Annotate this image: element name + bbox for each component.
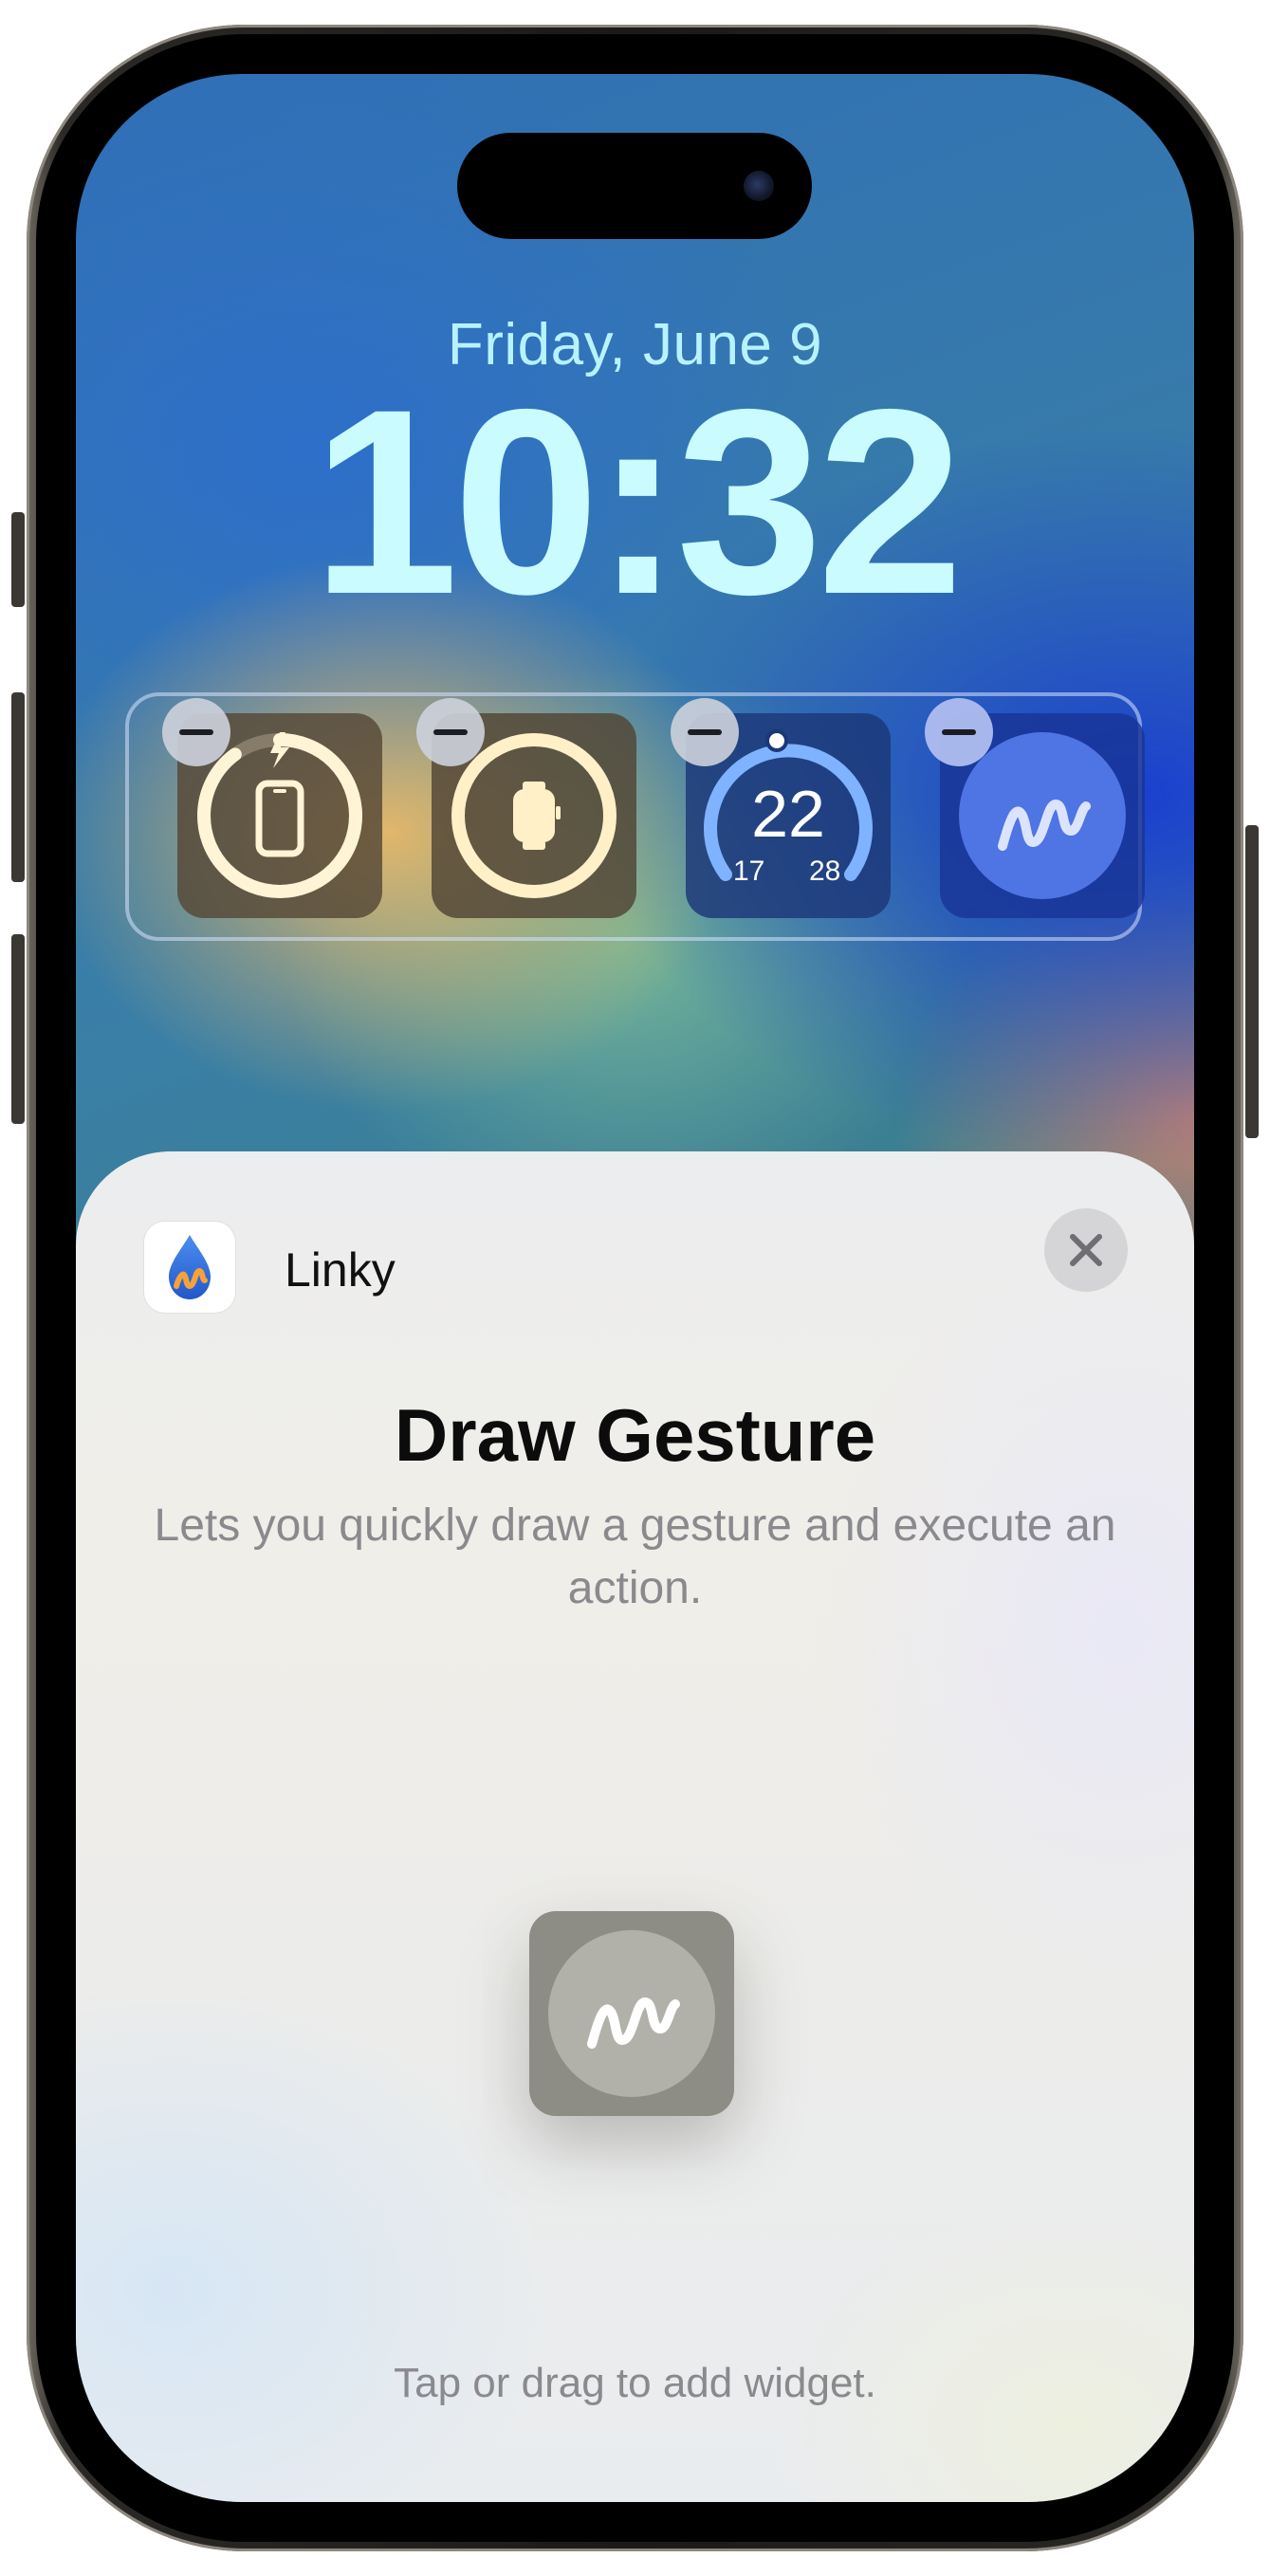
phone-frame: Friday, June 9 10:32 22 17 28 Linky Draw… [27, 25, 1243, 2551]
remove-widget-button[interactable] [416, 698, 485, 766]
action-button[interactable] [11, 512, 25, 607]
remove-widget-button[interactable] [925, 698, 993, 766]
high-temperature: 28 [809, 856, 841, 887]
widget-title: Draw Gesture [394, 1393, 876, 1477]
gesture-squiggle-icon [548, 1930, 715, 2097]
current-temperature: 22 [751, 777, 825, 851]
dynamic-island [457, 133, 812, 239]
widget-preview[interactable] [529, 1911, 734, 2116]
volume-down-button[interactable] [11, 934, 25, 1124]
lock-screen-time: 10:32 [311, 354, 964, 649]
close-button[interactable] [1044, 1208, 1128, 1292]
front-camera [744, 171, 774, 201]
linky-drop-icon [144, 1222, 235, 1313]
close-icon [1070, 1234, 1102, 1266]
power-button[interactable] [1245, 825, 1259, 1138]
widget-description: Lets you quickly draw a gesture and exec… [154, 1500, 1116, 1613]
volume-up-button[interactable] [11, 692, 25, 882]
app-name: Linky [285, 1243, 396, 1297]
remove-widget-button[interactable] [162, 698, 230, 766]
add-widget-hint: Tap or drag to add widget. [394, 2360, 876, 2406]
low-temperature: 17 [733, 856, 765, 887]
remove-widget-button[interactable] [671, 698, 739, 766]
screen: Friday, June 9 10:32 22 17 28 Linky Draw… [76, 74, 1194, 2502]
widget-detail-sheet: Linky Draw Gesture Lets you quickly draw… [76, 1151, 1194, 2502]
